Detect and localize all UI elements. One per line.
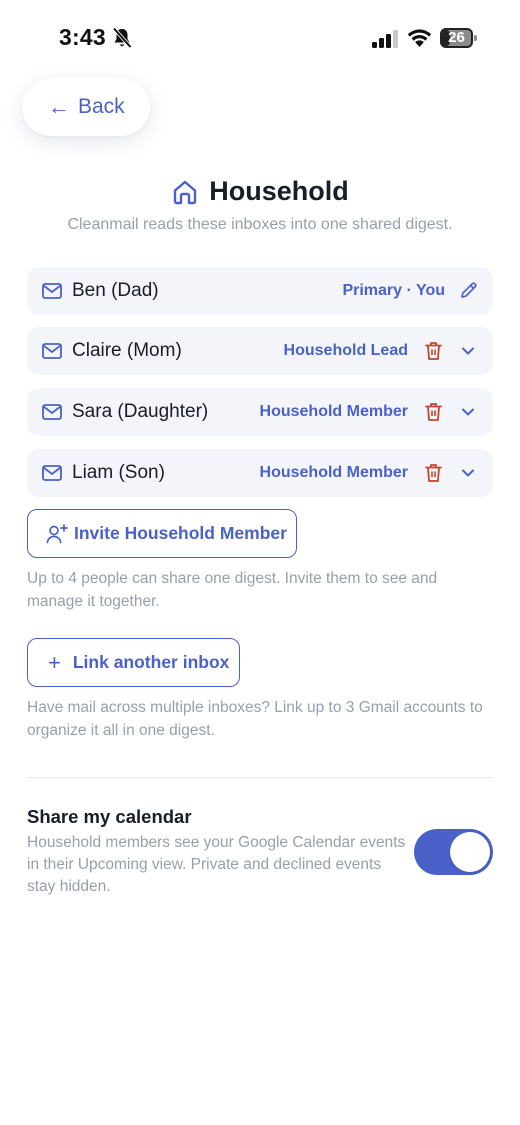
invite-button-label: Invite Household Member <box>74 523 287 543</box>
member-role: Household Member <box>259 464 408 481</box>
member-role: Primary · You <box>342 282 445 299</box>
page-title: Household <box>209 176 349 206</box>
trash-icon[interactable] <box>425 341 442 361</box>
chevron-down-icon[interactable] <box>461 467 475 479</box>
mail-icon <box>42 343 62 359</box>
back-label: Back <box>78 95 125 118</box>
battery-indicator: 26 <box>440 28 477 48</box>
link-another-inbox-button[interactable]: + Link another inbox <box>27 638 240 687</box>
share-calendar-description: Household members see your Google Calend… <box>27 834 406 895</box>
page-subtitle: Cleanmail reads these inboxes into one s… <box>67 216 453 233</box>
page-header: Household <box>0 176 520 207</box>
cellular-signal-icon <box>372 30 398 48</box>
wifi-icon <box>407 29 432 47</box>
status-bar: 3:43 26 <box>0 0 520 78</box>
mail-icon <box>42 465 62 481</box>
share-calendar-title: Share my calendar <box>27 806 192 827</box>
add-user-icon <box>46 523 68 543</box>
mail-icon <box>42 404 62 420</box>
chevron-down-icon[interactable] <box>461 406 475 418</box>
pencil-icon[interactable] <box>459 281 478 300</box>
plus-icon: + <box>48 649 61 675</box>
battery-level: 26 <box>448 29 465 46</box>
trash-icon[interactable] <box>425 402 442 422</box>
member-name: Sara (Daughter) <box>72 401 209 422</box>
member-name: Claire (Mom) <box>72 340 182 361</box>
home-icon <box>174 180 197 204</box>
member-row-claire[interactable]: Claire (Mom) Household Lead <box>27 327 493 375</box>
link-inbox-help-text: Have mail across multiple inboxes? Link … <box>27 699 483 739</box>
member-row-sara[interactable]: Sara (Daughter) Household Member <box>27 388 493 436</box>
divider <box>27 777 493 778</box>
member-role: Household Member <box>259 403 408 420</box>
invite-household-member-button[interactable]: Invite Household Member <box>27 509 297 558</box>
member-row-liam[interactable]: Liam (Son) Household Member <box>27 449 493 497</box>
member-row-ben[interactable]: Ben (Dad) Primary · You <box>27 267 493 315</box>
link-inbox-button-label: Link another inbox <box>72 652 230 672</box>
toggle-knob <box>450 832 490 872</box>
member-role: Household Lead <box>283 342 408 359</box>
share-calendar-toggle[interactable] <box>414 829 493 875</box>
member-name: Ben (Dad) <box>72 280 159 301</box>
member-name: Liam (Son) <box>72 462 165 483</box>
back-arrow-icon: ← <box>48 94 70 119</box>
status-time: 3:43 <box>59 24 106 50</box>
mail-icon <box>42 283 62 299</box>
bell-slash-icon <box>112 27 132 49</box>
trash-icon[interactable] <box>425 463 442 483</box>
invite-help-text: Up to 4 people can share one digest. Inv… <box>27 570 438 610</box>
back-button[interactable]: ← Back <box>22 78 150 136</box>
chevron-down-icon[interactable] <box>461 345 475 357</box>
